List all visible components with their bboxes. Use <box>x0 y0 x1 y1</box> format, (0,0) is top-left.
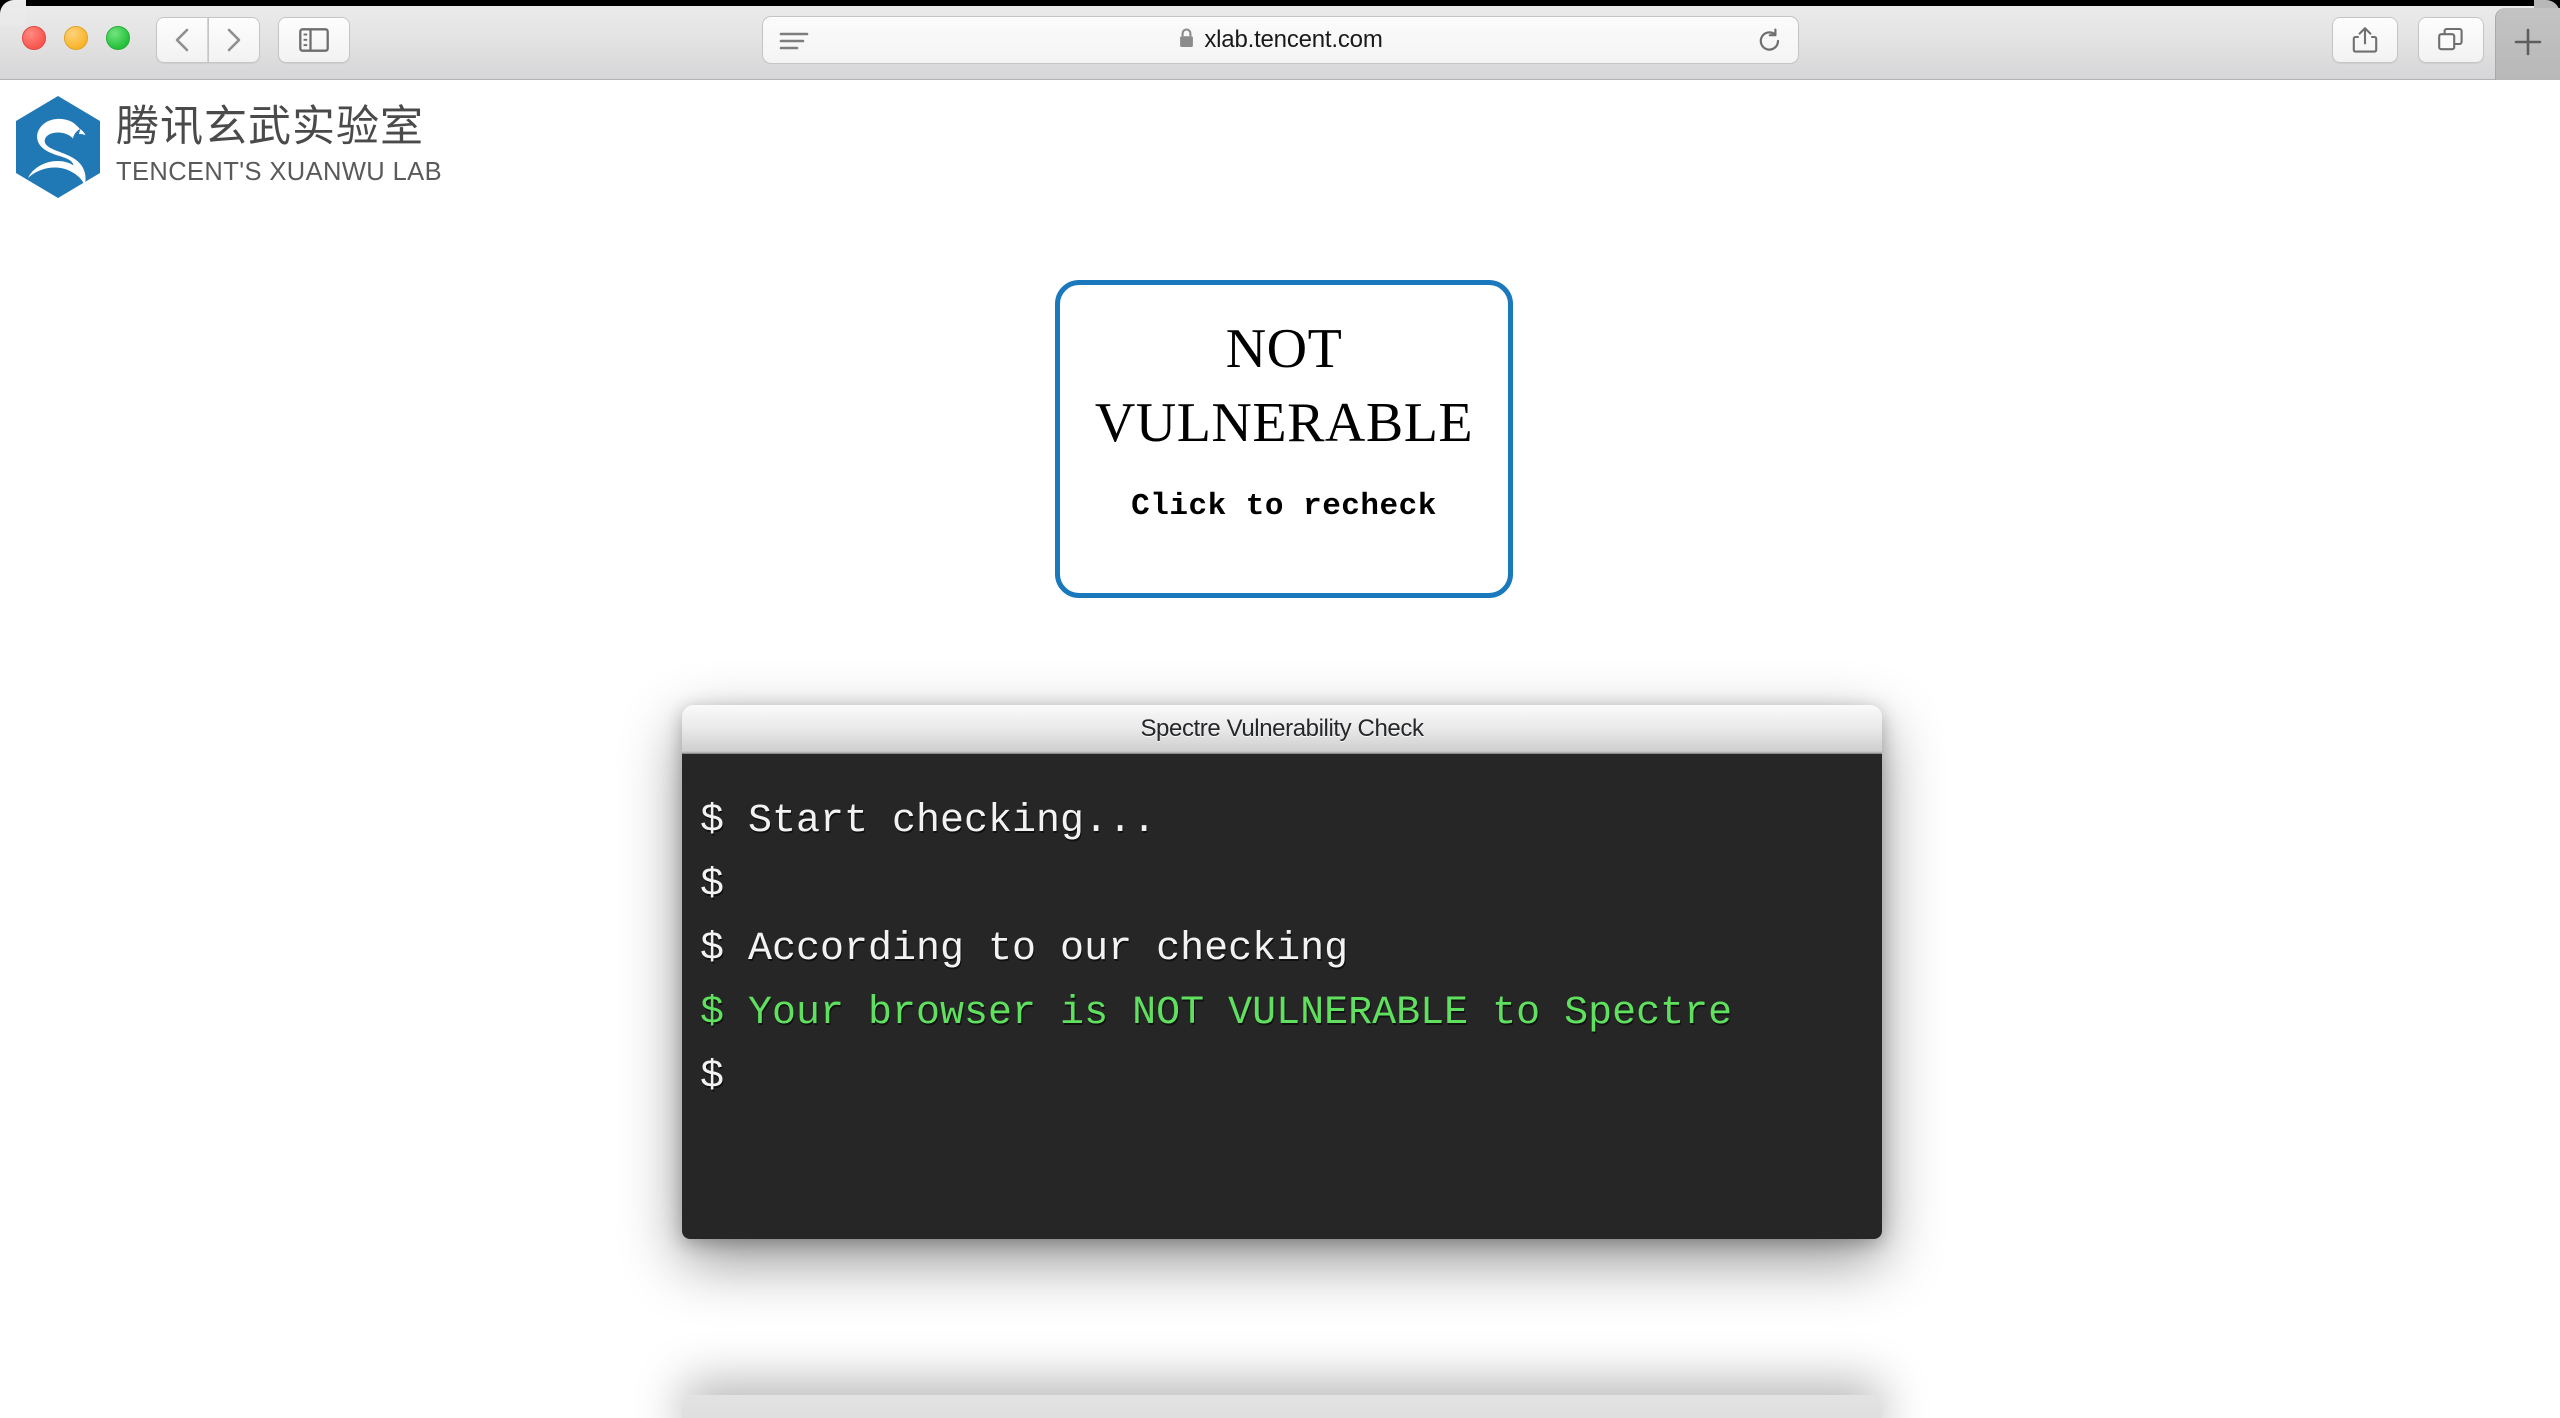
terminal-line-result: $ Your browser is NOT VULNERABLE to Spec… <box>700 991 1733 1036</box>
chevron-left-icon <box>172 26 192 54</box>
status-badge-title-line2: VULNERABLE <box>1094 391 1474 454</box>
terminal-line: $ <box>700 863 725 908</box>
tab-overview-button[interactable] <box>2418 17 2484 63</box>
xuanwu-snake-hexagon-logo-icon <box>14 95 102 199</box>
zoom-button[interactable] <box>106 26 130 50</box>
sidebar-toggle-button[interactable] <box>278 17 350 63</box>
terminal-line: $ Start checking... <box>700 799 1157 844</box>
new-tab-button[interactable] <box>2495 8 2560 80</box>
terminal-window: Spectre Vulnerability Check $ Start chec… <box>682 705 1882 1239</box>
window-corner-left <box>0 0 26 26</box>
terminal-line: $ <box>700 1055 725 1100</box>
site-name-en: TENCENT'S XUANWU LAB <box>116 157 442 186</box>
lock-icon <box>1178 27 1195 54</box>
plus-icon <box>2511 25 2545 64</box>
back-button[interactable] <box>156 17 208 63</box>
reader-view-button[interactable] <box>779 30 809 59</box>
share-button[interactable] <box>2332 17 2398 63</box>
address-bar[interactable]: xlab.tencent.com <box>762 16 1799 64</box>
close-button[interactable] <box>22 26 46 50</box>
terminal-output: $ Start checking... $ $ According to our… <box>682 754 1882 1239</box>
window-top-edge <box>0 0 2560 6</box>
page-content: 腾讯玄武实验室 TENCENT'S XUANWU LAB NOT VULNERA… <box>0 80 2560 1418</box>
site-name-cn: 腾讯玄武实验室 <box>116 102 424 151</box>
reload-button[interactable] <box>1756 27 1784 60</box>
tabs-icon <box>2437 27 2465 53</box>
minimize-button[interactable] <box>64 26 88 50</box>
sidebar-icon <box>299 28 329 52</box>
chevron-right-icon <box>224 26 244 54</box>
site-logo-text: 腾讯玄武实验室 TENCENT'S XUANWU LAB <box>116 102 442 189</box>
window-traffic-lights <box>22 26 130 50</box>
status-badge[interactable]: NOT VULNERABLE Click to recheck <box>1055 280 1513 598</box>
recheck-label: Click to recheck <box>1131 488 1437 524</box>
browser-toolbar: xlab.tencent.com <box>0 0 2560 80</box>
url-text: xlab.tencent.com <box>1204 26 1383 53</box>
site-logo[interactable]: 腾讯玄武实验室 TENCENT'S XUANWU LAB <box>14 95 442 199</box>
terminal-line: $ According to our checking <box>700 927 1349 972</box>
forward-button[interactable] <box>208 17 260 63</box>
share-icon <box>2352 26 2378 54</box>
terminal-title: Spectre Vulnerability Check <box>1140 715 1424 742</box>
terminal-titlebar: Spectre Vulnerability Check <box>682 705 1882 754</box>
address-bar-content: xlab.tencent.com <box>763 26 1798 54</box>
secondary-panel-top <box>682 1395 1882 1418</box>
status-badge-title-line1: NOT <box>1225 318 1343 380</box>
